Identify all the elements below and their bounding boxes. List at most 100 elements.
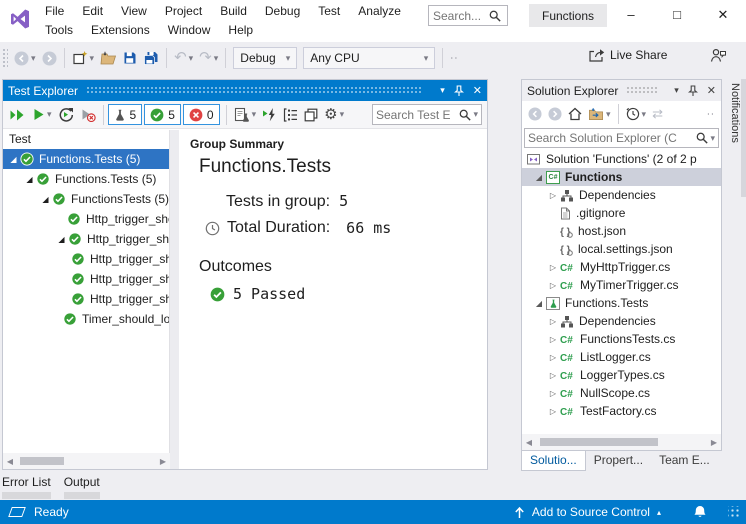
solution-tree-row[interactable]: ▷C#TestFactory.cs [522,402,721,420]
solution-tree-row[interactable]: { }host.json [522,222,721,240]
filter-passed-tests-chip[interactable]: 5 [144,104,181,125]
run-tests-button[interactable]: ▾ [30,103,55,127]
tab-team-e[interactable]: Team E... [651,451,718,471]
configuration-dropdown[interactable]: Debug ▾ [233,47,297,69]
test-tree-row[interactable]: Http_trigger_sho [3,249,169,269]
test-tree-row[interactable]: ◢FunctionsTests (5) [3,189,169,209]
menu-item-project[interactable]: Project [156,2,211,21]
expander-icon[interactable]: ◢ [532,299,546,308]
chevron-down-icon[interactable]: ▾ [642,109,647,120]
expander-icon[interactable]: ▷ [546,371,560,380]
expander-icon[interactable]: ▷ [546,353,560,362]
repeat-last-run-button[interactable] [55,103,77,127]
close-icon[interactable]: ✕ [473,84,482,97]
pin-icon[interactable] [454,85,464,97]
background-tasks-icon[interactable] [8,507,26,517]
test-tree-row[interactable]: Timer_should_log_ [3,309,169,329]
cancel-run-button[interactable] [77,103,99,127]
test-search-input[interactable] [376,108,459,122]
test-tree-row[interactable]: ◢Http_trigger_shoul [3,229,169,249]
notifications-tab[interactable]: Notifications [727,79,746,197]
expander-icon[interactable]: ◢ [532,173,546,182]
resize-grip[interactable] [728,506,740,518]
window-position-icon[interactable]: ▾ [440,85,445,96]
window-position-icon[interactable]: ▾ [674,85,679,96]
new-test-window-button[interactable] [301,103,321,127]
feedback-button[interactable] [710,48,726,63]
chevron-down-icon[interactable]: ▾ [606,109,611,120]
solution-tree-row[interactable]: ◢C#Functions [522,168,721,186]
menu-item-help[interactable]: Help [219,21,262,40]
navigate-forward-button[interactable] [39,46,60,70]
toolbar-overflow-button[interactable]: ∙∙ [447,46,461,70]
menu-item-analyze[interactable]: Analyze [349,2,410,21]
pin-icon[interactable] [688,85,698,97]
solution-tree-row[interactable]: { }local.settings.json [522,240,721,258]
test-tree-row[interactable]: Http_trigger_shoul [3,209,169,229]
solution-explorer-titlebar[interactable]: Solution Explorer ▾ ✕ [522,80,721,101]
chevron-down-icon[interactable]: ▾ [189,53,194,64]
tab-solutio[interactable]: Solutio... [521,451,586,471]
solution-tree-row[interactable]: ▷Dependencies [522,312,721,330]
solution-tree-row[interactable]: ◢Functions.Tests [522,294,721,312]
solution-tree-row[interactable]: ▷C#LoggerTypes.cs [522,366,721,384]
solution-tree-row[interactable]: ▷C#NullScope.cs [522,384,721,402]
solution-tree-row[interactable]: Solution 'Functions' (2 of 2 p [522,150,721,168]
expander-icon[interactable]: ◢ [7,155,20,164]
scroll-right-icon[interactable]: ▶ [707,438,721,447]
test-settings-button[interactable]: ⚙ ▾ [321,103,347,127]
solution-tree-row[interactable]: ▷Dependencies [522,186,721,204]
expander-icon[interactable]: ▷ [546,191,560,200]
maximize-button[interactable]: □ [654,0,700,29]
menu-item-test[interactable]: Test [309,2,349,21]
filter-total-tests-chip[interactable]: 5 [108,104,143,125]
menu-item-debug[interactable]: Debug [256,2,309,21]
test-tree-row[interactable]: Http_trigger_sho [3,269,169,289]
menu-item-tools[interactable]: Tools [36,21,82,40]
test-tree-hscrollbar[interactable]: ◀ ▶ [3,453,170,469]
new-project-button[interactable]: ▾ [69,46,98,70]
scrollbar-thumb[interactable] [540,438,658,446]
test-explorer-titlebar[interactable]: Test Explorer ▾ ✕ [3,80,487,101]
forward-button[interactable] [545,102,565,126]
close-button[interactable]: ✕ [700,0,746,29]
undo-button[interactable]: ↶ ▾ [171,46,196,70]
test-tree-row[interactable]: ◢Functions.Tests (5) [3,169,169,189]
live-share-button[interactable]: Live Share [588,48,667,62]
tab-output[interactable]: Output [64,475,100,499]
solution-tree-row[interactable]: ▷C#FunctionsTests.cs [522,330,721,348]
test-column-header[interactable]: Test [3,130,169,149]
minimize-button[interactable]: – [608,0,654,29]
scroll-left-icon[interactable]: ◀ [522,438,536,447]
save-all-button[interactable] [140,46,162,70]
chevron-down-icon[interactable]: ▾ [47,109,52,120]
triangle-up-icon[interactable]: ▴ [657,508,661,517]
chevron-down-icon[interactable]: ▾ [90,53,95,64]
menu-item-edit[interactable]: Edit [73,2,112,21]
home-button[interactable] [565,102,585,126]
platform-dropdown[interactable]: Any CPU ▾ [303,47,435,69]
chevron-down-icon[interactable]: ▾ [31,53,36,64]
refresh-button[interactable]: ⇄ [649,102,666,126]
playlist-button[interactable]: ▾ [231,103,260,127]
filter-failed-tests-chip[interactable]: 0 [183,104,220,125]
scroll-left-icon[interactable]: ◀ [3,457,17,466]
toolbar-overflow-button[interactable]: ∙∙ [704,102,718,126]
solution-tree-hscrollbar[interactable]: ◀ ▶ [522,434,721,450]
back-button[interactable] [525,102,545,126]
expander-icon[interactable]: ▷ [546,281,560,290]
open-folder-button[interactable] [97,46,120,70]
expander-icon[interactable]: ▷ [546,335,560,344]
test-search-box[interactable]: ▾ [372,104,482,125]
expander-icon[interactable]: ▷ [546,317,560,326]
tab-error-list[interactable]: Error List [2,475,51,499]
titlebar-grip[interactable] [86,86,423,95]
quick-search-input[interactable] [433,9,489,23]
chevron-down-icon[interactable]: ▾ [252,109,257,120]
run-all-tests-button[interactable] [6,103,30,127]
toolbar-drag-handle[interactable] [2,48,8,68]
pending-changes-filter-button[interactable]: ▾ [623,102,650,126]
passed-outcome-row[interactable]: 5 Passed [210,285,305,303]
scrollbar-thumb[interactable] [20,457,64,465]
redo-button[interactable]: ↷ ▾ [196,46,221,70]
